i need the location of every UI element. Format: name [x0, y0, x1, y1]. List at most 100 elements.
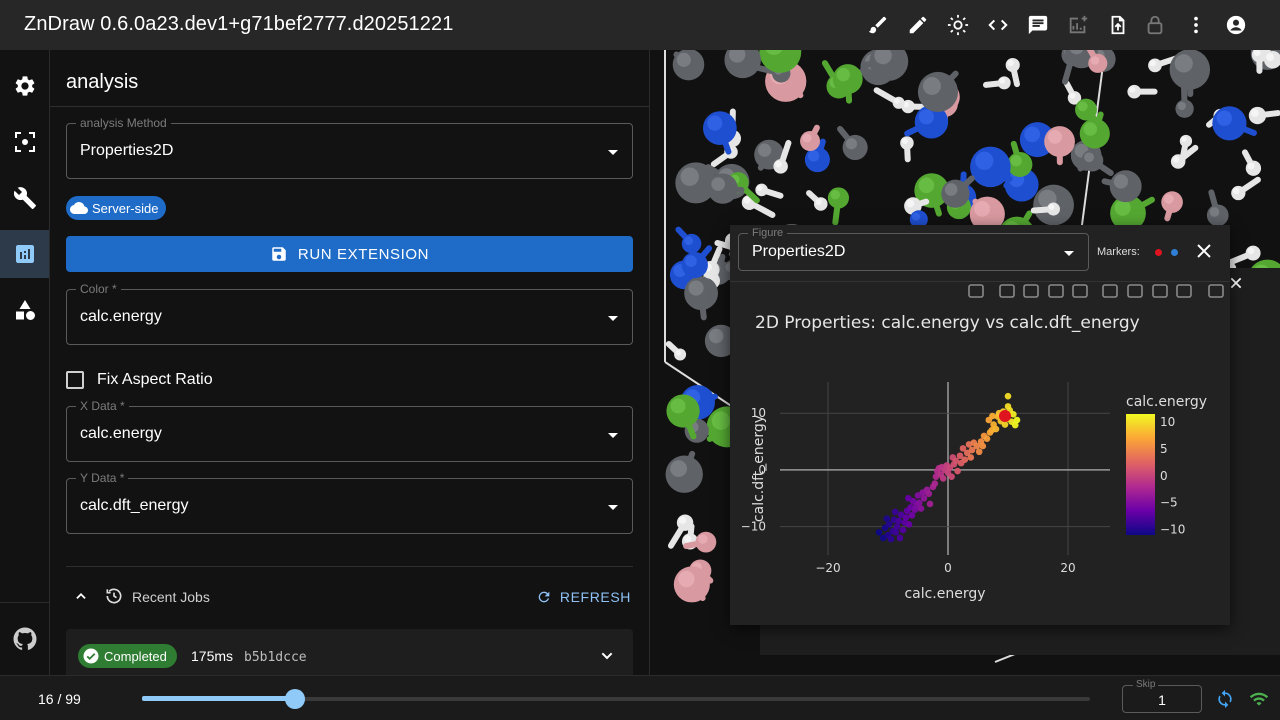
modebar-glyph: [1072, 284, 1088, 298]
brightness-icon[interactable]: [946, 13, 970, 37]
frame-slider-thumb[interactable]: [285, 689, 306, 709]
modebar-glyph: [1023, 284, 1039, 298]
color-select[interactable]: Color * calc.energy: [66, 282, 633, 345]
marker-blue-dot[interactable]: [1171, 249, 1178, 256]
scatter-point: [917, 505, 925, 512]
atom-highlight: [999, 78, 1006, 84]
chevron-up-icon[interactable]: [74, 589, 88, 603]
atom-highlight: [1007, 59, 1014, 67]
run-extension-button[interactable]: RUN EXTENSION: [66, 236, 633, 272]
close-icon[interactable]: [1228, 275, 1244, 291]
atom-highlight: [1172, 156, 1180, 163]
scatter-point: [954, 467, 961, 475]
status-badge: Completed: [78, 644, 177, 668]
check-circle-icon: [83, 648, 99, 664]
atom-highlight: [830, 190, 841, 200]
pencil-icon[interactable]: [906, 13, 930, 37]
chart-title: 2D Properties: calc.energy vs calc.dft_e…: [755, 313, 1140, 333]
fix-aspect-ratio-checkbox[interactable]: [66, 371, 84, 389]
run-extension-label: RUN EXTENSION: [297, 245, 430, 263]
app-bar: ZnDraw 0.6.0a23.dev1+g71bef2777.d2025122…: [0, 0, 1280, 50]
markers-label: Markers:: [1097, 246, 1140, 258]
sync-icon[interactable]: [1215, 689, 1235, 709]
atom-highlight: [906, 199, 915, 208]
selection-icon[interactable]: [13, 130, 37, 154]
atom-highlight: [683, 535, 692, 543]
more-vert-icon[interactable]: [1184, 13, 1208, 37]
analytics-icon[interactable]: [13, 242, 37, 266]
x-tick-label: 0: [944, 561, 952, 575]
atom-highlight: [708, 328, 724, 344]
dropdown-arrow-icon: [1064, 251, 1074, 256]
pan-icon: [1023, 284, 1039, 298]
refresh-label: REFRESH: [559, 589, 631, 605]
atom-highlight: [1084, 152, 1094, 163]
job-id: b5b1dcce: [244, 650, 307, 665]
job-duration: 175ms: [191, 648, 234, 664]
scatter-point: [992, 425, 1000, 433]
atom-highlight: [918, 109, 934, 125]
atom-highlight: [1114, 199, 1131, 216]
github-icon[interactable]: [13, 627, 37, 651]
scatter-point: [1010, 411, 1017, 418]
job-item[interactable]: Completed 175ms b5b1dcce: [66, 629, 633, 675]
figure-select[interactable]: Figure Properties2D: [738, 226, 1089, 271]
lock-icon[interactable]: [1143, 13, 1167, 37]
marker-red-dot[interactable]: [1155, 249, 1162, 256]
atom-highlight: [670, 398, 686, 414]
account-icon[interactable]: [1224, 13, 1248, 37]
code-icon[interactable]: [986, 13, 1010, 37]
dropdown-arrow-icon: [608, 150, 618, 155]
atom-highlight: [698, 534, 708, 544]
dropdown-arrow-icon: [608, 433, 618, 438]
brush-icon[interactable]: [866, 13, 890, 37]
atom-highlight: [680, 167, 699, 186]
shapes-icon[interactable]: [13, 298, 37, 322]
panel-title: analysis: [66, 71, 139, 93]
upload-file-icon[interactable]: [1106, 13, 1130, 37]
settings-icon[interactable]: [13, 74, 37, 98]
atom-highlight: [802, 133, 812, 143]
atom-highlight: [1083, 122, 1098, 136]
modebar-glyph: [968, 284, 984, 298]
x-data-label: X Data *: [76, 399, 129, 413]
scatter-point: [926, 500, 934, 508]
server-side-chip: Server-side: [66, 196, 167, 220]
zoom-in-icon: [1102, 284, 1118, 298]
add-chart-icon[interactable]: [1066, 13, 1090, 37]
fix-aspect-ratio-row: Fix Aspect Ratio: [66, 371, 213, 389]
navigation-rail: [0, 50, 50, 675]
refresh-icon: [538, 591, 550, 603]
atom-highlight: [1069, 92, 1076, 99]
scatter-plot[interactable]: 2D Properties: calc.energy vs calc.dft_e…: [730, 282, 1230, 625]
color-value: calc.energy: [80, 308, 162, 325]
atom-highlight: [912, 212, 921, 221]
box-select-icon: [1048, 284, 1064, 298]
analysis-method-select[interactable]: analysis Method Properties2D: [66, 116, 633, 179]
scatter-point: [891, 508, 899, 516]
build-icon[interactable]: [13, 186, 37, 210]
atom-highlight: [918, 177, 935, 194]
color-label: Color *: [76, 282, 121, 296]
atom-highlight: [1209, 207, 1220, 217]
playback-bar: 16 / 99 Skip 1: [0, 675, 1280, 720]
refresh-button[interactable]: REFRESH: [536, 585, 631, 609]
atom-highlight: [775, 160, 782, 168]
recent-jobs-title: Recent Jobs: [132, 589, 210, 605]
x-data-select[interactable]: X Data * calc.energy: [66, 399, 633, 462]
y-data-select[interactable]: Y Data * calc.dft_energy: [66, 471, 633, 534]
skip-input[interactable]: Skip 1: [1122, 679, 1202, 713]
close-icon[interactable]: [1195, 242, 1213, 260]
atom-highlight: [1181, 136, 1187, 142]
scatter-point: [875, 529, 883, 536]
colorbar-tick-label: 0: [1160, 469, 1168, 483]
chat-icon[interactable]: [1026, 13, 1050, 37]
chevron-down-icon[interactable]: [599, 648, 615, 664]
atom-highlight: [711, 177, 725, 191]
atom-highlight: [845, 138, 858, 150]
scatter-point: [902, 514, 910, 521]
colorbar: [1126, 414, 1155, 535]
skip-label: Skip: [1133, 679, 1159, 691]
scatter-point: [887, 535, 895, 543]
modebar-glyph: [1048, 284, 1064, 298]
